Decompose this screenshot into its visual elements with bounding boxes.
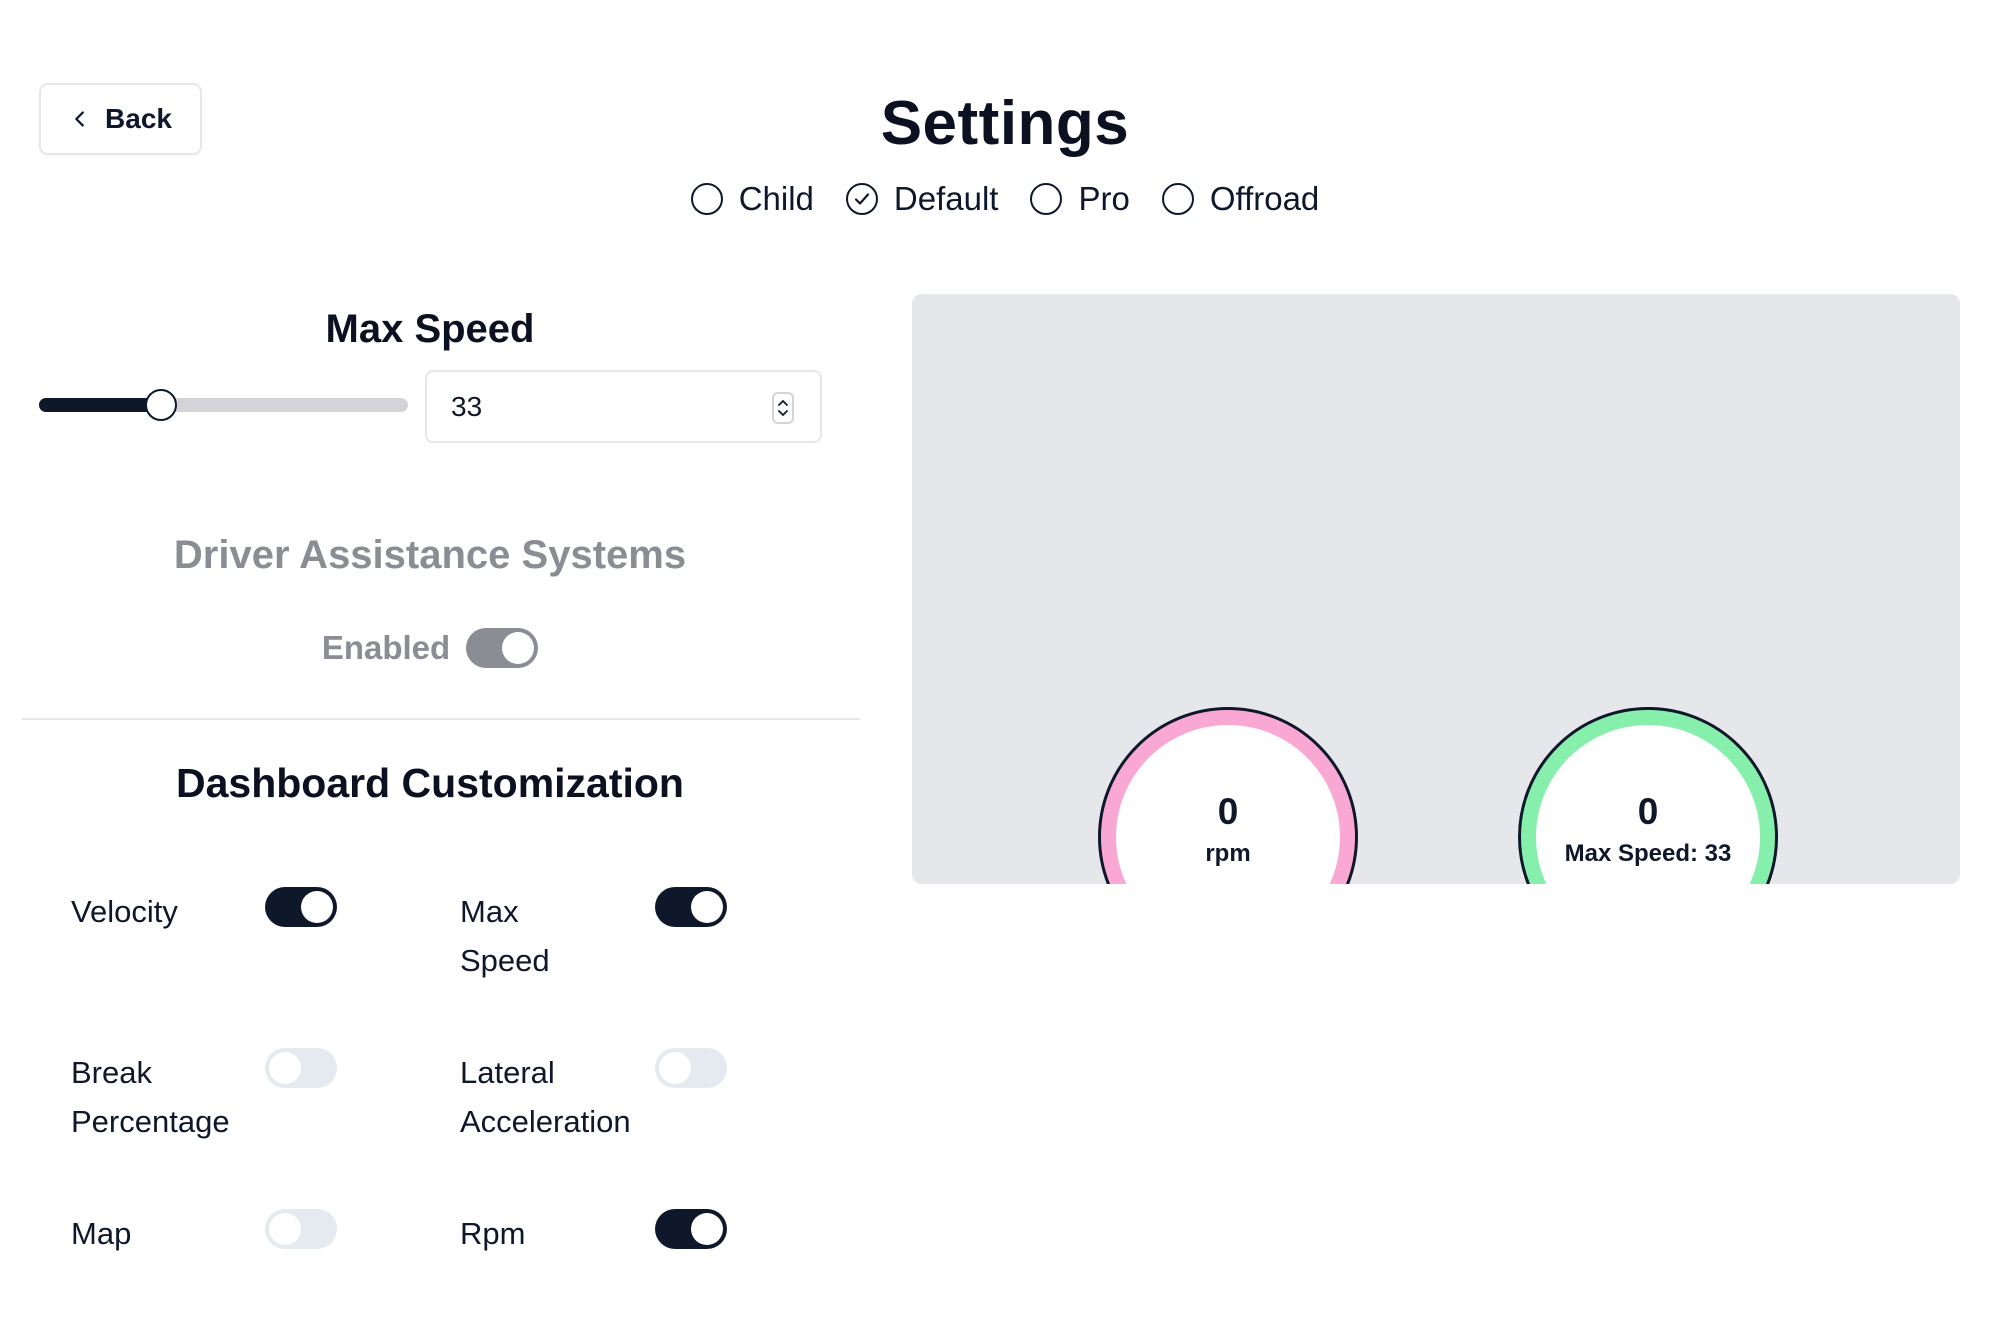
radio-offroad-label: Offroad	[1209, 180, 1320, 217]
toggle-knob	[691, 1213, 723, 1245]
max-speed-input-value: 33	[451, 390, 483, 422]
max-speed-toggle[interactable]	[655, 887, 727, 927]
driver-assistance-toggle[interactable]	[466, 628, 539, 668]
driver-assistance-row: Enabled	[0, 628, 860, 668]
check-icon	[854, 193, 870, 205]
rpm-gauge: 0 rpm	[1098, 707, 1358, 884]
toggle-knob	[502, 632, 535, 664]
speed-gauge-label: Max Speed: 33	[1564, 840, 1732, 867]
stepper-arrows-icon	[778, 400, 788, 416]
toggle-knob	[691, 891, 723, 923]
toggle-knob	[659, 1052, 691, 1084]
max-speed-input[interactable]: 33	[425, 370, 822, 443]
driver-assistance-enabled-label: Enabled	[321, 629, 451, 666]
section-divider	[22, 718, 860, 720]
toggle-knob	[269, 1052, 301, 1084]
number-spinner[interactable]	[772, 392, 794, 424]
radio-pro-circle[interactable]	[1030, 183, 1063, 215]
speed-gauge-face: 0 Max Speed: 33	[1536, 725, 1760, 884]
slider-fill	[39, 398, 161, 412]
max-speed-slider[interactable]	[39, 389, 408, 421]
rpm-toggle[interactable]	[655, 1209, 727, 1249]
radio-child-label: Child	[738, 180, 814, 217]
radio-child-circle[interactable]	[690, 183, 723, 215]
dashboard-item-label: Map	[71, 1216, 132, 1251]
radio-offroad-circle[interactable]	[1161, 183, 1194, 215]
velocity-toggle[interactable]	[265, 887, 337, 927]
dashboard-item-label: Max Speed	[460, 894, 550, 978]
page-title: Settings	[880, 89, 1130, 158]
max-speed-title: Max Speed	[325, 307, 535, 351]
driver-assistance-title: Driver Assistance Systems	[173, 533, 687, 577]
rpm-gauge-value: 0	[1217, 791, 1239, 832]
radio-pro[interactable]: Pro	[1030, 180, 1130, 218]
rpm-gauge-face: 0 rpm	[1116, 725, 1340, 884]
radio-default-circle[interactable]	[845, 183, 878, 215]
radio-pro-label: Pro	[1078, 180, 1130, 217]
speed-gauge: 0 Max Speed: 33	[1518, 707, 1778, 884]
slider-thumb[interactable]	[144, 389, 177, 421]
dashboard-item-label: Break Percentage	[71, 1055, 230, 1139]
profile-radio-group: Child Default Pro Offroad	[0, 180, 1990, 218]
lateral-acceleration-toggle[interactable]	[655, 1048, 727, 1088]
radio-default[interactable]: Default	[845, 180, 999, 218]
dashboard-preview: 0 rpm 0 Max Speed: 33	[912, 294, 1960, 884]
radio-child[interactable]: Child	[690, 180, 814, 218]
dashboard-item-label: Velocity	[71, 894, 178, 929]
map-toggle[interactable]	[265, 1209, 337, 1249]
rpm-gauge-label: rpm	[1205, 840, 1251, 867]
radio-offroad[interactable]: Offroad	[1161, 180, 1320, 218]
break-percentage-toggle[interactable]	[265, 1048, 337, 1088]
dashboard-item-label: Rpm	[460, 1216, 526, 1251]
speed-gauge-value: 0	[1637, 791, 1659, 832]
dashboard-customization-title: Dashboard Customization	[176, 760, 684, 806]
radio-default-label: Default	[893, 180, 999, 217]
toggle-knob	[301, 891, 333, 923]
dashboard-item-label: Lateral Acceleration	[460, 1055, 631, 1139]
toggle-knob	[269, 1213, 301, 1245]
